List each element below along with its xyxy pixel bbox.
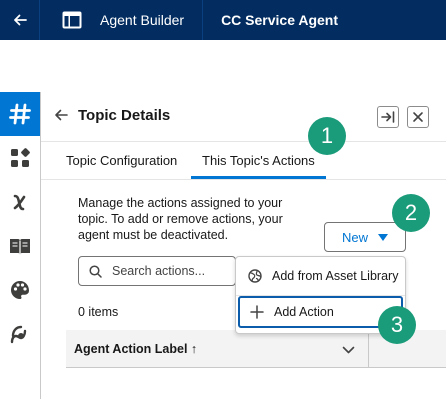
topic-details-panel: Topic Details Topic Configuration This T…	[41, 92, 446, 399]
chevron-down-icon	[342, 346, 355, 354]
menu-item-label: Add Action	[274, 305, 334, 319]
agent-name: CC Service Agent	[221, 12, 339, 28]
layout-icon	[62, 11, 82, 29]
items-count: 0 items	[78, 305, 119, 319]
globe-icon	[248, 269, 262, 283]
book-icon	[10, 239, 30, 255]
search-actions-input[interactable]	[110, 263, 234, 279]
close-panel-button[interactable]	[407, 106, 429, 128]
panel-title: Topic Details	[78, 107, 171, 124]
column-header-agent-action-label[interactable]: Agent Action Label ↑	[74, 342, 197, 356]
panel-tabs: Topic Configuration This Topic's Actions	[41, 142, 446, 180]
column-divider	[368, 330, 369, 368]
variable-icon	[13, 194, 26, 211]
rail-item-topics[interactable]	[0, 92, 40, 136]
new-button-label: New	[341, 229, 368, 245]
caret-down-icon	[378, 233, 388, 241]
app-title: Agent Builder	[100, 12, 185, 28]
callout-step-3: 3	[378, 306, 416, 344]
new-action-button[interactable]: New	[324, 222, 406, 252]
left-rail	[0, 92, 41, 399]
search-actions-field[interactable]	[78, 256, 236, 286]
rail-item-variables[interactable]	[0, 180, 40, 224]
callout-step-2: 2	[392, 194, 430, 232]
rail-item-components[interactable]	[0, 136, 40, 180]
callout-step-1: 1	[308, 117, 346, 155]
close-icon	[413, 112, 423, 122]
agent-builder-app[interactable]: Agent Builder	[40, 0, 204, 40]
collapse-right-icon	[381, 111, 395, 123]
collapse-panel-button[interactable]	[377, 106, 399, 128]
column-menu-button[interactable]	[342, 342, 355, 360]
rail-item-library[interactable]	[0, 224, 40, 268]
tab-topic-actions[interactable]: This Topic's Actions	[202, 153, 315, 168]
plus-icon	[250, 305, 264, 319]
rail-item-connections[interactable]	[0, 312, 40, 356]
back-button[interactable]	[0, 0, 40, 40]
global-header: Agent Builder CC Service Agent	[0, 0, 446, 40]
menu-item-add-from-asset-library[interactable]: Add from Asset Library	[236, 261, 405, 291]
tab-topic-configuration[interactable]: Topic Configuration	[66, 153, 177, 168]
menu-item-label: Add from Asset Library	[272, 269, 399, 283]
panel-header: Topic Details	[41, 92, 446, 142]
components-icon	[11, 148, 30, 167]
arrow-left-icon	[55, 109, 68, 121]
palette-icon	[11, 281, 29, 299]
arrow-left-icon	[13, 14, 27, 26]
hash-icon	[9, 103, 31, 125]
tabs-divider	[41, 179, 446, 180]
actions-description: Manage the actions assigned to your topi…	[78, 196, 283, 242]
panel-back-button[interactable]	[53, 107, 69, 128]
search-icon	[89, 264, 102, 278]
wave-icon	[10, 325, 27, 344]
rail-item-theme[interactable]	[0, 268, 40, 312]
